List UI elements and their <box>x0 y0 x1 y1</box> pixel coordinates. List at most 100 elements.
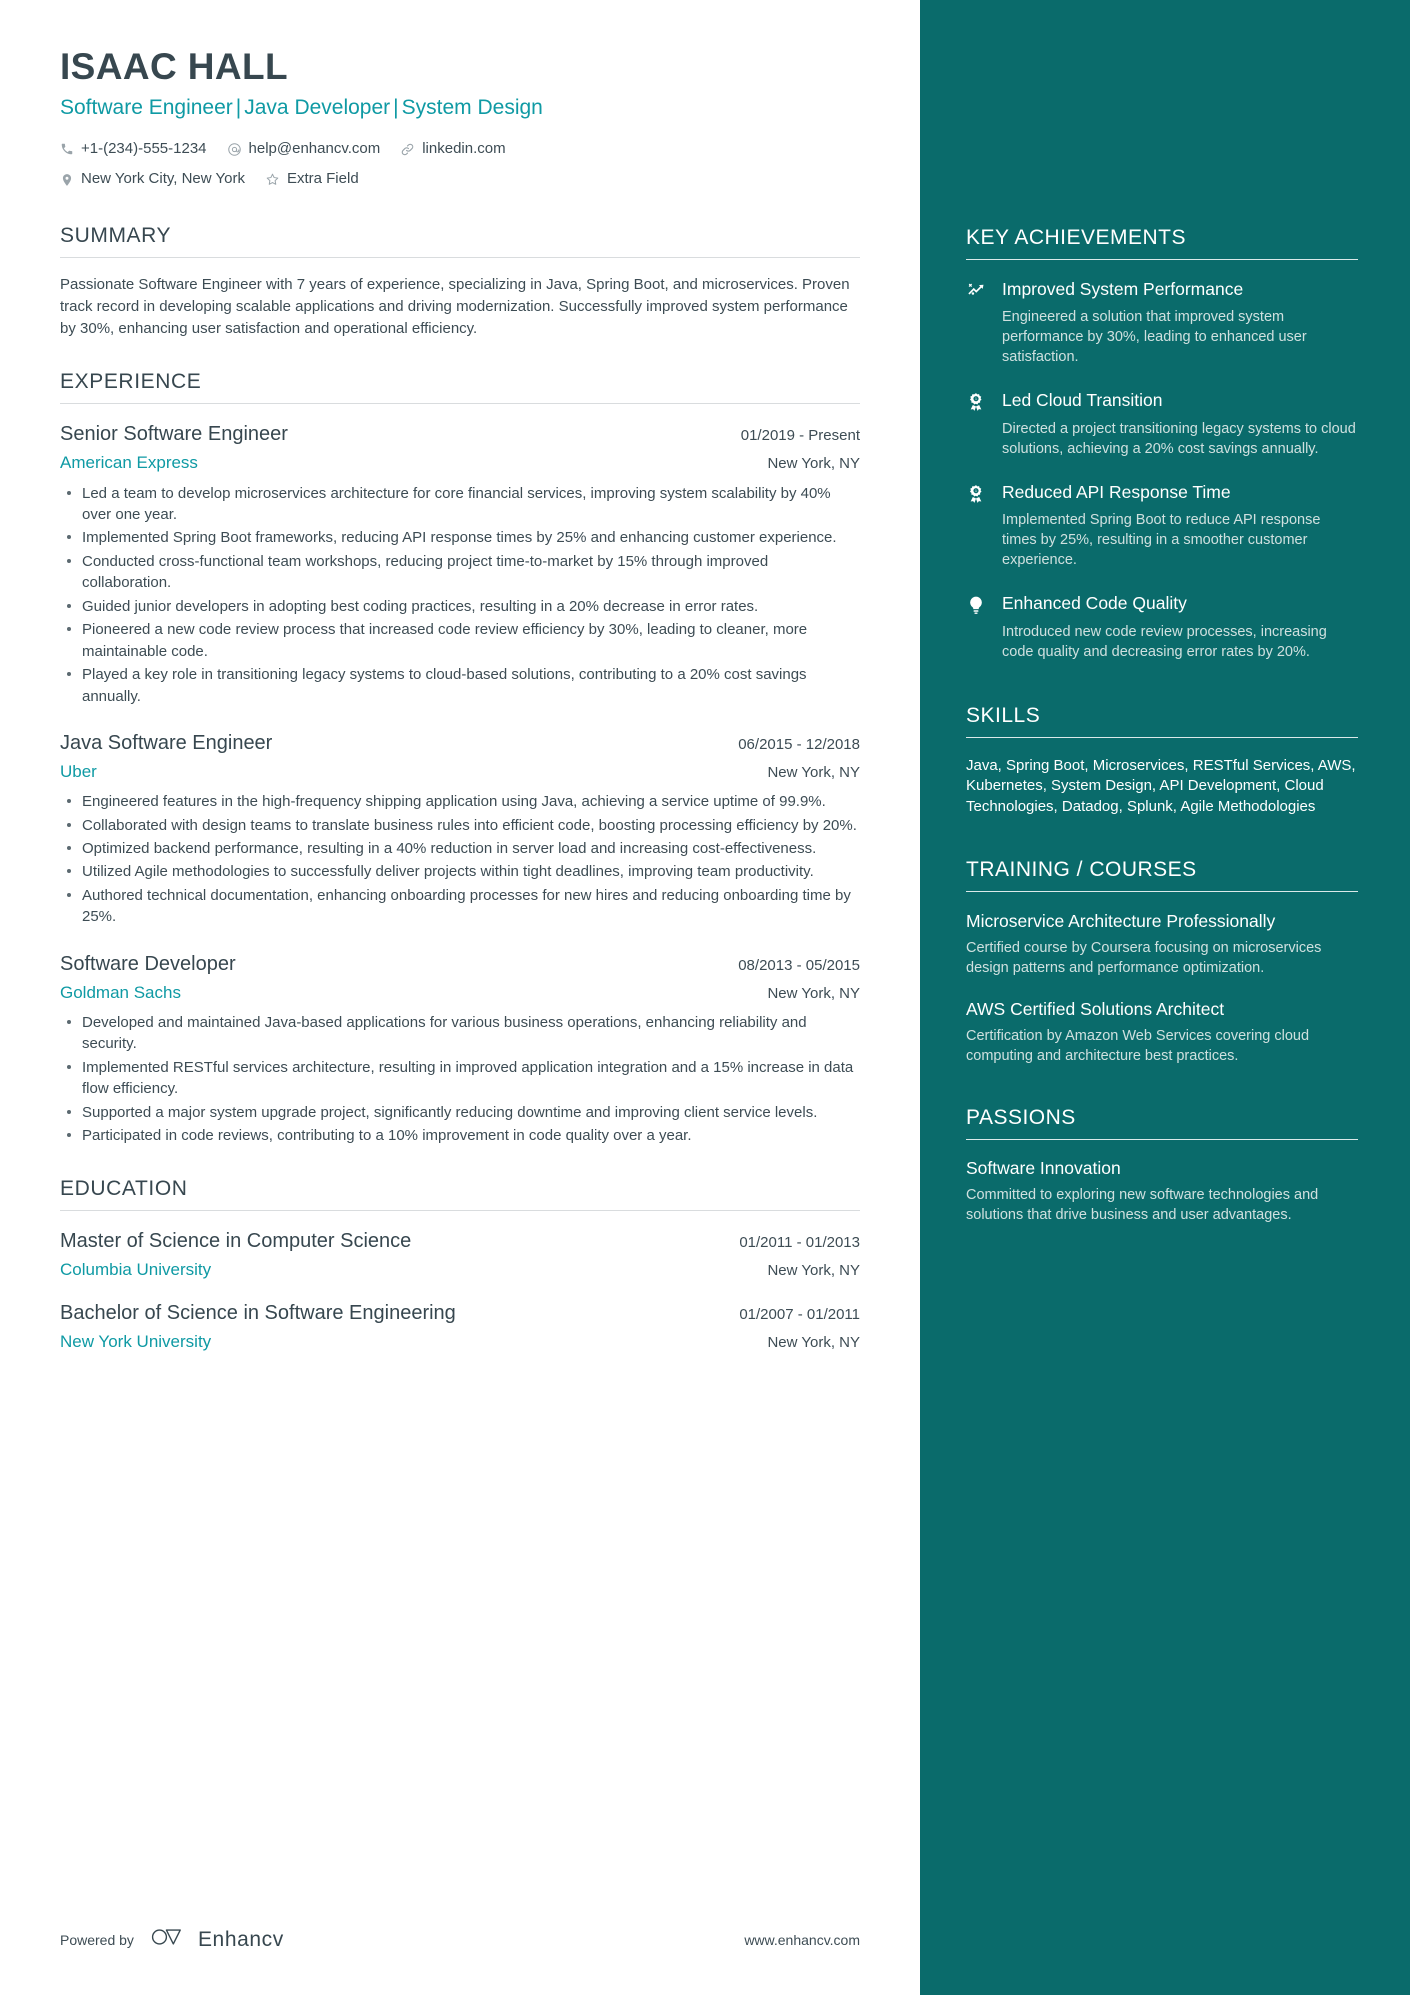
headline-part-3: System Design <box>401 95 543 119</box>
headline-part-1: Software Engineer <box>60 95 233 119</box>
email-icon <box>227 142 242 157</box>
education-location: New York, NY <box>767 1261 860 1279</box>
star-icon <box>265 172 280 187</box>
experience-location: New York, NY <box>767 984 860 1002</box>
education-school: New York University <box>60 1331 212 1351</box>
experience-bullet: Pioneered a new code review process that… <box>60 619 860 662</box>
experience-bullets: Developed and maintained Java-based appl… <box>60 1012 860 1147</box>
experience-bullet: Authored technical documentation, enhanc… <box>60 885 860 928</box>
contact-phone-text: +1-(234)-555-1234 <box>81 139 207 157</box>
passions-section: PASSIONS Software Innovation Committed t… <box>966 1106 1358 1225</box>
experience-section: EXPERIENCE Senior Software Engineer 01/2… <box>60 370 860 1146</box>
experience-bullet: Engineered features in the high-frequenc… <box>60 791 860 812</box>
achievement-title: Improved System Performance <box>1002 279 1244 299</box>
education-degree: Bachelor of Science in Software Engineer… <box>60 1301 456 1324</box>
experience-bullet: Implemented RESTful services architectur… <box>60 1057 860 1100</box>
passion-item: Software Innovation Committed to explori… <box>966 1158 1358 1225</box>
candidate-name: ISAAC HALL <box>60 46 289 87</box>
contact-email[interactable]: help@enhancv.com <box>227 135 381 164</box>
education-entry: Master of Science in Computer Science 01… <box>60 1227 860 1283</box>
main-column: ISAAC HALL Software Engineer | Java Develo… <box>0 0 920 1995</box>
enhancv-brand[interactable]: Enhancv <box>150 1926 284 1953</box>
headline-separator-2: | <box>393 95 399 119</box>
experience-location: New York, NY <box>767 763 860 781</box>
key-achievements-title: KEY ACHIEVEMENTS <box>966 226 1187 249</box>
experience-role: Java Software Engineer <box>60 731 273 754</box>
experience-bullet: Led a team to develop microservices arch… <box>60 483 860 526</box>
experience-company: Goldman Sachs <box>60 982 181 1002</box>
lightbulb-icon <box>966 592 988 661</box>
enhancv-logo-icon <box>150 1926 188 1953</box>
key-achievements-section: KEY ACHIEVEMENTS Improved System Perform… <box>966 226 1358 662</box>
achievement-item: 1 Led Cloud Transition Directed a projec… <box>966 389 1358 458</box>
education-date: 01/2011 - 01/2013 <box>739 1233 860 1251</box>
award-medal-icon: 1 <box>966 389 988 458</box>
education-entry: Bachelor of Science in Software Engineer… <box>60 1299 860 1355</box>
achievement-item: 1 Reduced API Response Time Implemented … <box>966 481 1358 570</box>
summary-divider <box>60 256 860 258</box>
resume-page: ISAAC HALL Software Engineer | Java Develo… <box>0 0 1410 1995</box>
experience-entry: Software Developer 08/2013 - 05/2015 Gol… <box>60 950 860 1147</box>
passions-title: PASSIONS <box>966 1106 1076 1130</box>
achievement-item: Enhanced Code Quality Introduced new cod… <box>966 592 1358 661</box>
experience-bullet: Guided junior developers in adopting bes… <box>60 596 860 617</box>
experience-bullet: Implemented Spring Boot frameworks, redu… <box>60 527 860 548</box>
education-location: New York, NY <box>767 1333 860 1351</box>
experience-date: 01/2019 - Present <box>740 427 860 445</box>
headline-part-2: Java Developer <box>244 95 391 119</box>
passion-title: Software Innovation <box>966 1158 1121 1179</box>
link-icon <box>400 142 415 157</box>
experience-date: 08/2013 - 05/2015 <box>738 956 860 974</box>
experience-entry: Java Software Engineer 06/2015 - 12/2018… <box>60 729 860 928</box>
education-section: EDUCATION Master of Science in Computer … <box>60 1177 860 1355</box>
skills-text: Java, Spring Boot, Microservices, RESTfu… <box>966 756 1356 815</box>
course-item: AWS Certified Solutions Architect Certif… <box>966 998 1358 1066</box>
website-url[interactable]: www.enhancv.com <box>744 1932 860 1948</box>
course-item: Microservice Architecture Professionally… <box>966 910 1358 978</box>
powered-by-label: Powered by <box>60 1931 134 1948</box>
contact-linkedin-text: linkedin.com <box>422 139 506 157</box>
education-date: 01/2007 - 01/2011 <box>739 1305 860 1323</box>
enhancv-brand-name: Enhancv <box>197 1927 284 1951</box>
contact-phone[interactable]: +1-(234)-555-1234 <box>60 135 207 164</box>
contact-linkedin[interactable]: linkedin.com <box>400 135 506 164</box>
experience-section-title: EXPERIENCE <box>60 370 202 394</box>
page-footer: Powered by Enhancv www.enhancv.com <box>60 1926 860 1953</box>
experience-role: Software Developer <box>60 952 236 975</box>
education-divider <box>60 1209 860 1211</box>
contact-extra-field: Extra Field <box>265 165 359 194</box>
passion-description: Committed to exploring new software tech… <box>966 1187 1319 1224</box>
experience-bullet: Played a key role in transitioning legac… <box>60 664 860 707</box>
skills-divider <box>966 736 1358 738</box>
training-divider <box>966 890 1358 892</box>
education-school: Columbia University <box>60 1259 212 1279</box>
course-title: AWS Certified Solutions Architect <box>966 999 1225 1020</box>
experience-bullet: Conducted cross-functional team workshop… <box>60 551 860 594</box>
achievement-description: Directed a project transitioning legacy … <box>1002 420 1356 457</box>
skills-section: SKILLS Java, Spring Boot, Microservices,… <box>966 704 1358 818</box>
location-icon <box>60 173 74 187</box>
summary-section-title: SUMMARY <box>60 223 172 247</box>
summary-section: SUMMARY Passionate Software Engineer wit… <box>60 224 860 341</box>
phone-icon <box>60 142 74 156</box>
training-title: TRAINING / COURSES <box>966 857 1197 881</box>
experience-company: American Express <box>60 453 198 473</box>
resume-header: ISAAC HALL Software Engineer | Java Develo… <box>60 46 860 194</box>
passions-divider <box>966 1139 1358 1141</box>
course-description: Certification by Amazon Web Services cov… <box>966 1028 1310 1065</box>
contact-email-text: help@enhancv.com <box>248 139 381 157</box>
education-section-title: EDUCATION <box>60 1176 188 1200</box>
experience-bullet: Optimized backend performance, resulting… <box>60 838 860 859</box>
experience-bullets: Led a team to develop microservices arch… <box>60 483 860 707</box>
achievement-title: Led Cloud Transition <box>1002 390 1163 411</box>
trending-arrow-icon <box>966 278 988 367</box>
summary-text: Passionate Software Engineer with 7 year… <box>60 275 850 338</box>
achievement-description: Engineered a solution that improved syst… <box>1002 309 1307 366</box>
sidebar-column: KEY ACHIEVEMENTS Improved System Perform… <box>920 0 1410 1995</box>
contact-extra-field-text: Extra Field <box>286 170 359 188</box>
achievement-description: Introduced new code review processes, in… <box>1002 623 1327 660</box>
experience-bullet: Utilized Agile methodologies to successf… <box>60 861 860 882</box>
contact-location: New York City, New York <box>60 165 245 194</box>
experience-date: 06/2015 - 12/2018 <box>738 735 860 753</box>
